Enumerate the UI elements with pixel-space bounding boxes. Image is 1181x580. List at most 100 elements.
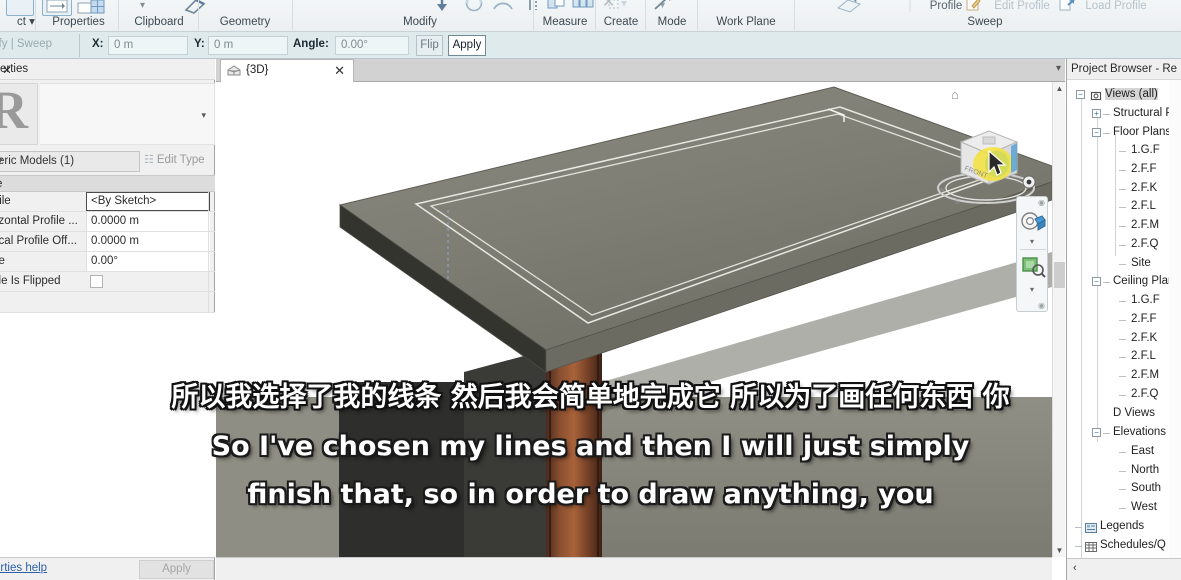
collapse-icon[interactable]: − (1076, 90, 1085, 99)
subtitle-chinese: 所以我选择了我的线条 然后我会简单地完成它 所以为了画任何东西 你 (171, 382, 1010, 413)
type-selector-combo[interactable]: eric Models (1) ▾ (0, 151, 140, 172)
scrollbar-thumb[interactable] (1054, 262, 1065, 288)
y-input[interactable]: 0 m (208, 36, 288, 55)
tree-tick (1103, 133, 1110, 134)
sweep-profile-label: Profile (929, 0, 963, 12)
finish-edit-mode-icon[interactable]: ▾ (660, 0, 665, 14)
chevron-down-icon[interactable]: ▾ (1030, 285, 1034, 294)
navbar-menu-icon[interactable]: ◉ (1038, 198, 1045, 207)
collapse-icon[interactable]: − (1092, 277, 1101, 286)
tree-tick (1103, 114, 1110, 115)
property-row[interactable]: ile Is Flipped (0, 272, 215, 292)
legends-icon (1085, 521, 1097, 533)
tree-node-label: Floor Plans (1113, 126, 1172, 138)
properties-title-bar: erties ✕ (0, 59, 215, 80)
apply-button[interactable]: Apply (448, 35, 486, 56)
ribbon-panel-clipboard[interactable]: Clipboard (119, 14, 199, 31)
expand-icon[interactable]: + (1092, 109, 1101, 118)
view-tab-3d[interactable]: {3D} ✕ (220, 59, 354, 82)
ribbon-panel-modify[interactable]: Modify (330, 14, 510, 31)
edit-profile-button[interactable]: Edit Profile (982, 0, 1062, 15)
subtitle-english-line1: So I've chosen my lines and then I will … (211, 431, 970, 462)
schedules-icon (1085, 540, 1097, 552)
ribbon-panel-properties[interactable]: Properties (36, 14, 121, 31)
tree-tick (1103, 282, 1110, 283)
revit-logo-icon: R (0, 84, 28, 138)
properties-column-divider (208, 192, 209, 312)
view-control-bar: 1 : 100 (216, 557, 1052, 580)
project-browser-title-bar: Project Browser - Re (1067, 59, 1181, 80)
tree-node-label: 2.F.M (1131, 219, 1160, 231)
project-browser-footer: ‹ (1067, 558, 1181, 580)
tree-tick (1119, 357, 1126, 358)
properties-apply-button[interactable]: Apply (139, 560, 214, 579)
property-name: ile Is Flipped (0, 275, 61, 287)
properties-help-link[interactable]: erties help (0, 562, 47, 574)
scroll-up-icon[interactable]: ▲ (1053, 82, 1066, 95)
ribbon-panel-sweep[interactable]: Sweep (880, 14, 1090, 31)
steering-wheel-icon[interactable] (1020, 210, 1046, 239)
tree-node-label: 2.F.K (1131, 182, 1158, 194)
edit-type-icon: ☷ (144, 154, 154, 166)
tree-tick (1119, 264, 1126, 265)
properties-table: file <By Sketch> izontal Profile ... 0.0… (0, 192, 215, 312)
edit-type-label: Edit Type (156, 154, 205, 166)
tree-node-label: 2.F.K (1131, 332, 1158, 344)
load-profile-button[interactable]: Load Profile (1075, 0, 1157, 15)
angle-label: Angle: (293, 38, 329, 50)
ribbon-panel-geometry[interactable]: Geometry (199, 14, 291, 31)
edit-type-button[interactable]: ☷ Edit Type (144, 153, 205, 166)
chevron-down-icon[interactable]: ▾ (0, 155, 134, 166)
options-bar: ify | Sweep X: 0 m Y: 0 m Angle: 0.00° F… (0, 32, 1181, 59)
tree-node-label: 2.F.L (1131, 200, 1156, 212)
tree-tick (1119, 151, 1126, 152)
home-3d-icon (227, 64, 241, 78)
property-value[interactable]: 0.00° (86, 252, 210, 271)
tree-tick (1119, 189, 1126, 190)
navigation-bar[interactable]: ◉ ▾ ▾ ◉ (1016, 196, 1048, 312)
tree-node-label: Legends (1100, 520, 1145, 532)
property-value[interactable]: 0.0000 m (86, 232, 210, 251)
project-browser-title-label: Project Browser - Re (1071, 63, 1178, 75)
property-row[interactable]: le 0.00° (0, 252, 215, 272)
pin-icon[interactable]: ⁞ (0, 178, 209, 189)
clipboard-caret-icon[interactable]: ▾ (140, 0, 145, 14)
property-row[interactable]: file <By Sketch> (0, 192, 215, 212)
scroll-down-icon[interactable]: ▼ (1053, 544, 1066, 557)
tree-tick (1119, 339, 1126, 340)
ribbon-panel-work-plane[interactable]: Work Plane (698, 14, 794, 31)
chevron-down-icon[interactable]: ▾ (1030, 237, 1034, 246)
ribbon-panel-measure[interactable]: Measure (534, 14, 596, 31)
project-browser-more-icon[interactable]: ‹ (1073, 562, 1077, 574)
property-name: izontal Profile ... (0, 215, 78, 227)
type-selector-row: eric Models (1) ▾ ☷ Edit Type (0, 151, 215, 173)
profile-is-flipped-checkbox[interactable] (90, 275, 103, 288)
zoom-tool-icon[interactable] (1022, 255, 1046, 284)
angle-input[interactable]: 0.00° (335, 36, 409, 55)
type-preview-area: ▾ (40, 83, 215, 145)
tree-guide-line (1115, 134, 1116, 256)
ribbon-panel-create[interactable]: Create (596, 14, 646, 31)
x-label: X: (92, 38, 104, 50)
ribbon-panel-mode[interactable]: Mode (646, 14, 698, 31)
close-icon[interactable]: ✕ (0, 63, 14, 79)
properties-group-header: e ⁞ (0, 175, 215, 192)
property-row[interactable]: ical Profile Off... 0.0000 m (0, 232, 215, 252)
x-input[interactable]: 0 m (108, 36, 188, 55)
mouse-cursor (988, 150, 1007, 176)
close-icon[interactable]: ✕ (334, 62, 345, 80)
ribbon-panel-labels: ct ▾ Properties Clipboard Geometry Modif… (0, 14, 1181, 32)
tab-overflow-icon[interactable]: ▾ (1056, 63, 1061, 74)
property-row[interactable]: izontal Profile ... 0.0000 m (0, 212, 215, 232)
property-value[interactable]: <By Sketch> (86, 192, 210, 211)
navbar-resize-icon[interactable]: ◉ (1038, 301, 1045, 310)
flip-button[interactable]: Flip (416, 35, 443, 56)
tree-node-label: 2.F.Q (1131, 238, 1159, 250)
tree-tick (1075, 546, 1082, 547)
home-icon[interactable]: ⌂ (951, 87, 959, 102)
property-name: le (0, 255, 5, 267)
property-value[interactable]: 0.0000 m (86, 212, 210, 231)
chevron-down-icon[interactable]: ▾ (201, 110, 206, 121)
view-tab-label: {3D} (246, 64, 269, 76)
collapse-icon[interactable]: − (1092, 128, 1101, 137)
